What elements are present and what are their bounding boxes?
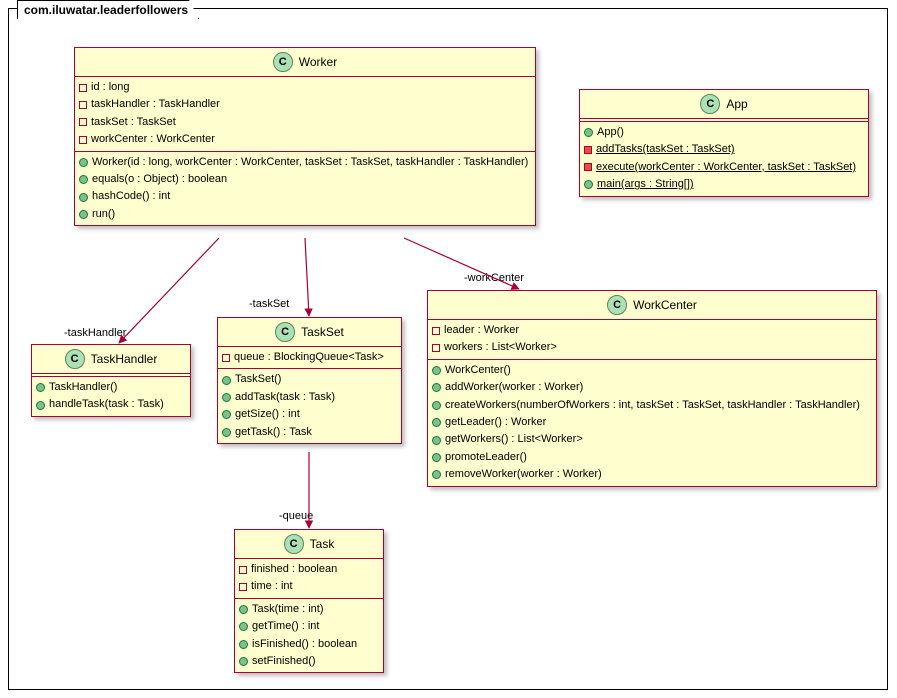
class-name: WorkCenter <box>633 298 697 312</box>
class-worker: C Worker id : long taskHandler : TaskHan… <box>74 47 536 226</box>
methods-section: Task(time : int) getTime() : int isFinis… <box>235 599 383 673</box>
fields-section: id : long taskHandler : TaskHandler task… <box>75 77 535 152</box>
methods-section: TaskSet() addTask(task : Task) getSize()… <box>218 369 401 443</box>
fields-section: finished : boolean time : int <box>235 559 383 599</box>
rel-label-taskhandler: -taskHandler <box>64 327 126 339</box>
class-taskhandler: C TaskHandler TaskHandler() handleTask(t… <box>31 344 191 417</box>
class-icon: C <box>284 534 304 554</box>
class-taskset: C TaskSet queue : BlockingQueue<Task> Ta… <box>217 317 402 444</box>
class-name: Task <box>310 537 335 551</box>
class-name: App <box>726 97 747 111</box>
class-header: C App <box>580 90 868 119</box>
class-icon: C <box>275 322 295 342</box>
class-header: C TaskSet <box>218 318 401 347</box>
fields-section: leader : Worker workers : List<Worker> <box>428 320 876 360</box>
class-name: TaskSet <box>301 325 344 339</box>
class-header: C Task <box>235 530 383 559</box>
class-header: C WorkCenter <box>428 291 876 320</box>
class-task: C Task finished : boolean time : int Tas… <box>234 529 384 673</box>
class-header: C TaskHandler <box>32 345 190 374</box>
class-icon: C <box>65 349 85 369</box>
methods-section: App() addTasks(taskSet : TaskSet) execut… <box>580 122 868 196</box>
class-app: C App App() addTasks(taskSet : TaskSet) … <box>579 89 869 197</box>
package-name: com.iluwatar.leaderfollowers <box>17 0 199 19</box>
class-icon: C <box>273 52 293 72</box>
methods-section: Worker(id : long, workCenter : WorkCente… <box>75 152 535 226</box>
methods-section: TaskHandler() handleTask(task : Task) <box>32 377 190 416</box>
methods-section: WorkCenter() addWorker(worker : Worker) … <box>428 360 876 486</box>
rel-label-queue: -queue <box>279 510 313 522</box>
fields-section: queue : BlockingQueue<Task> <box>218 347 401 369</box>
rel-label-workcenter: -workCenter <box>464 272 524 284</box>
package-frame: com.iluwatar.leaderfollowers C Worker id… <box>8 8 888 690</box>
class-icon: C <box>607 295 627 315</box>
rel-label-taskset: -taskSet <box>249 298 289 310</box>
class-header: C Worker <box>75 48 535 77</box>
class-workcenter: C WorkCenter leader : Worker workers : L… <box>427 290 877 487</box>
class-name: TaskHandler <box>91 352 158 366</box>
class-icon: C <box>700 94 720 114</box>
class-name: Worker <box>299 55 337 69</box>
